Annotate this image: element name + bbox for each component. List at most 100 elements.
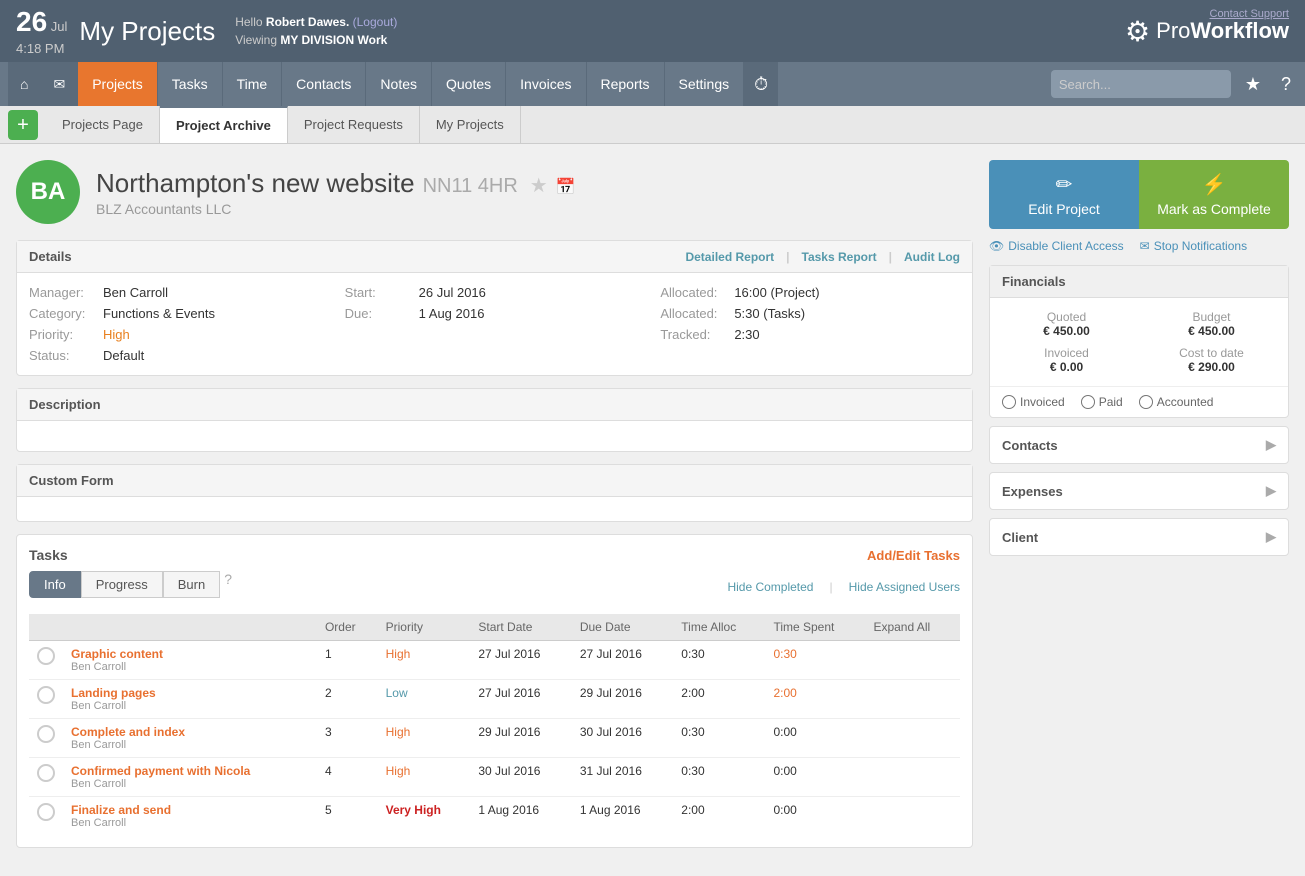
contact-support-link[interactable]: Contact Support	[1210, 8, 1290, 20]
task-due-cell: 1 Aug 2016	[572, 797, 673, 836]
details-col1: Manager: Ben Carroll Category: Functions…	[29, 285, 329, 363]
task-priority-cell: Very High	[378, 797, 471, 836]
task-tab-burn[interactable]: Burn	[163, 571, 220, 598]
task-name[interactable]: Confirmed payment with Nicola	[71, 764, 309, 778]
nav-notes[interactable]: Notes	[366, 62, 432, 106]
expenses-card: Expenses ▶	[989, 472, 1289, 510]
add-project-button[interactable]: +	[8, 110, 38, 140]
home-icon: ⌂	[20, 76, 28, 92]
details-grid: Manager: Ben Carroll Category: Functions…	[29, 285, 960, 363]
task-spent-cell: 0:30	[765, 641, 865, 680]
details-col3: Allocated: 16:00 (Project) Allocated: 5:…	[660, 285, 960, 363]
task-tab-progress[interactable]: Progress	[81, 571, 163, 598]
nav-contacts[interactable]: Contacts	[282, 62, 366, 106]
disable-client-access-link[interactable]: 👁 Disable Client Access	[989, 239, 1124, 253]
description-header: Description	[17, 389, 972, 421]
task-spent-cell: 0:00	[765, 719, 865, 758]
nav-quotes[interactable]: Quotes	[432, 62, 506, 106]
avatar: BA	[16, 160, 80, 224]
task-priority-cell: High	[378, 641, 471, 680]
mail-icon: ✉	[53, 76, 65, 93]
tab-project-archive[interactable]: Project Archive	[160, 106, 288, 143]
nav-settings[interactable]: Settings	[665, 62, 745, 106]
contacts-header[interactable]: Contacts ▶	[990, 427, 1288, 463]
task-priority-cell: High	[378, 719, 471, 758]
mark-complete-button[interactable]: ⚡ Mark as Complete	[1139, 160, 1289, 229]
col-expand-all[interactable]: Expand All	[865, 614, 960, 641]
task-checkbox[interactable]	[37, 647, 55, 665]
stop-notifications-link[interactable]: ✉ Stop Notifications	[1140, 239, 1247, 253]
time: 4:18 PM	[16, 41, 64, 56]
task-checkbox[interactable]	[37, 686, 55, 704]
priority-row: Priority: High	[29, 327, 329, 342]
burn-help-icon[interactable]: ?	[224, 571, 232, 598]
audit-log-link[interactable]: Audit Log	[904, 250, 960, 264]
tab-project-requests[interactable]: Project Requests	[288, 106, 420, 143]
task-name[interactable]: Landing pages	[71, 686, 309, 700]
timer-button[interactable]: ⏱	[744, 62, 778, 106]
star-icon[interactable]: ★	[1239, 74, 1267, 95]
task-assignee: Ben Carroll	[71, 739, 309, 751]
nav-invoices[interactable]: Invoices	[506, 62, 586, 106]
task-tab-info[interactable]: Info	[29, 571, 81, 598]
task-name[interactable]: Complete and index	[71, 725, 309, 739]
details-card: Details Detailed Report | Tasks Report |…	[16, 240, 973, 376]
tab-projects-page[interactable]: Projects Page	[46, 106, 160, 143]
nav-mail[interactable]: ✉	[41, 62, 78, 106]
search-input[interactable]	[1051, 70, 1231, 98]
task-name[interactable]: Graphic content	[71, 647, 309, 661]
hide-completed-link[interactable]: Hide Completed	[727, 580, 813, 594]
task-checkbox[interactable]	[37, 764, 55, 782]
nav-projects[interactable]: Projects	[78, 62, 158, 106]
financials-body: Quoted € 450.00 Budget € 450.00 Invoiced…	[990, 298, 1288, 386]
nav-reports[interactable]: Reports	[587, 62, 665, 106]
tasks-report-link[interactable]: Tasks Report	[802, 250, 877, 264]
invoiced-radio[interactable]	[1002, 395, 1016, 409]
calendar-icon[interactable]: 📅	[556, 177, 576, 197]
star-icon[interactable]: ★	[530, 173, 548, 198]
task-name[interactable]: Finalize and send	[71, 803, 309, 817]
hide-assigned-link[interactable]: Hide Assigned Users	[849, 580, 960, 594]
edit-project-button[interactable]: ✏ Edit Project	[989, 160, 1139, 229]
col-due-date: Due Date	[572, 614, 673, 641]
task-name-cell: Landing pages Ben Carroll	[63, 680, 317, 719]
nav-tasks[interactable]: Tasks	[158, 62, 223, 106]
tasks-card: Tasks Add/Edit Tasks Info Progress Burn …	[16, 534, 973, 848]
nav-home[interactable]: ⌂	[8, 62, 41, 106]
main-content: BA Northampton's new website NN11 4HR ★ …	[0, 144, 1305, 876]
expenses-header[interactable]: Expenses ▶	[990, 473, 1288, 509]
project-company: BLZ Accountants LLC	[96, 201, 576, 217]
quoted-area: Quoted € 450.00	[1002, 310, 1131, 338]
help-icon[interactable]: ?	[1275, 74, 1297, 95]
tasks-label: Tasks	[29, 547, 68, 563]
task-checkbox-cell	[29, 758, 63, 797]
financials-grid: Quoted € 450.00 Budget € 450.00 Invoiced…	[1002, 310, 1276, 374]
task-expand-cell	[865, 719, 960, 758]
due-label: Due:	[345, 306, 413, 321]
paid-check[interactable]: Paid	[1081, 395, 1123, 409]
task-checkbox[interactable]	[37, 803, 55, 821]
left-panel: BA Northampton's new website NN11 4HR ★ …	[16, 160, 973, 860]
task-spent-cell: 0:00	[765, 797, 865, 836]
invoiced-check[interactable]: Invoiced	[1002, 395, 1065, 409]
add-edit-tasks-link[interactable]: Add/Edit Tasks	[867, 548, 960, 563]
logo-workflow: Workflow	[1190, 18, 1289, 44]
nav-time[interactable]: Time	[223, 62, 283, 106]
detailed-report-link[interactable]: Detailed Report	[685, 250, 774, 264]
accounted-check[interactable]: Accounted	[1139, 395, 1214, 409]
description-label: Description	[29, 397, 101, 412]
status-value: Default	[103, 348, 144, 363]
quoted-value: € 450.00	[1002, 324, 1131, 338]
task-alloc-cell: 0:30	[673, 758, 765, 797]
task-alloc-cell: 2:00	[673, 680, 765, 719]
project-header: BA Northampton's new website NN11 4HR ★ …	[16, 160, 973, 224]
accounted-radio[interactable]	[1139, 395, 1153, 409]
status-label: Status:	[29, 348, 97, 363]
paid-radio[interactable]	[1081, 395, 1095, 409]
logout-link[interactable]: (Logout)	[353, 15, 398, 29]
nav-bar: ⌂ ✉ Projects Tasks Time Contacts Notes Q…	[0, 62, 1305, 106]
stop-notifications-label: Stop Notifications	[1154, 239, 1247, 253]
client-header[interactable]: Client ▶	[990, 519, 1288, 555]
task-checkbox[interactable]	[37, 725, 55, 743]
tab-my-projects[interactable]: My Projects	[420, 106, 521, 143]
